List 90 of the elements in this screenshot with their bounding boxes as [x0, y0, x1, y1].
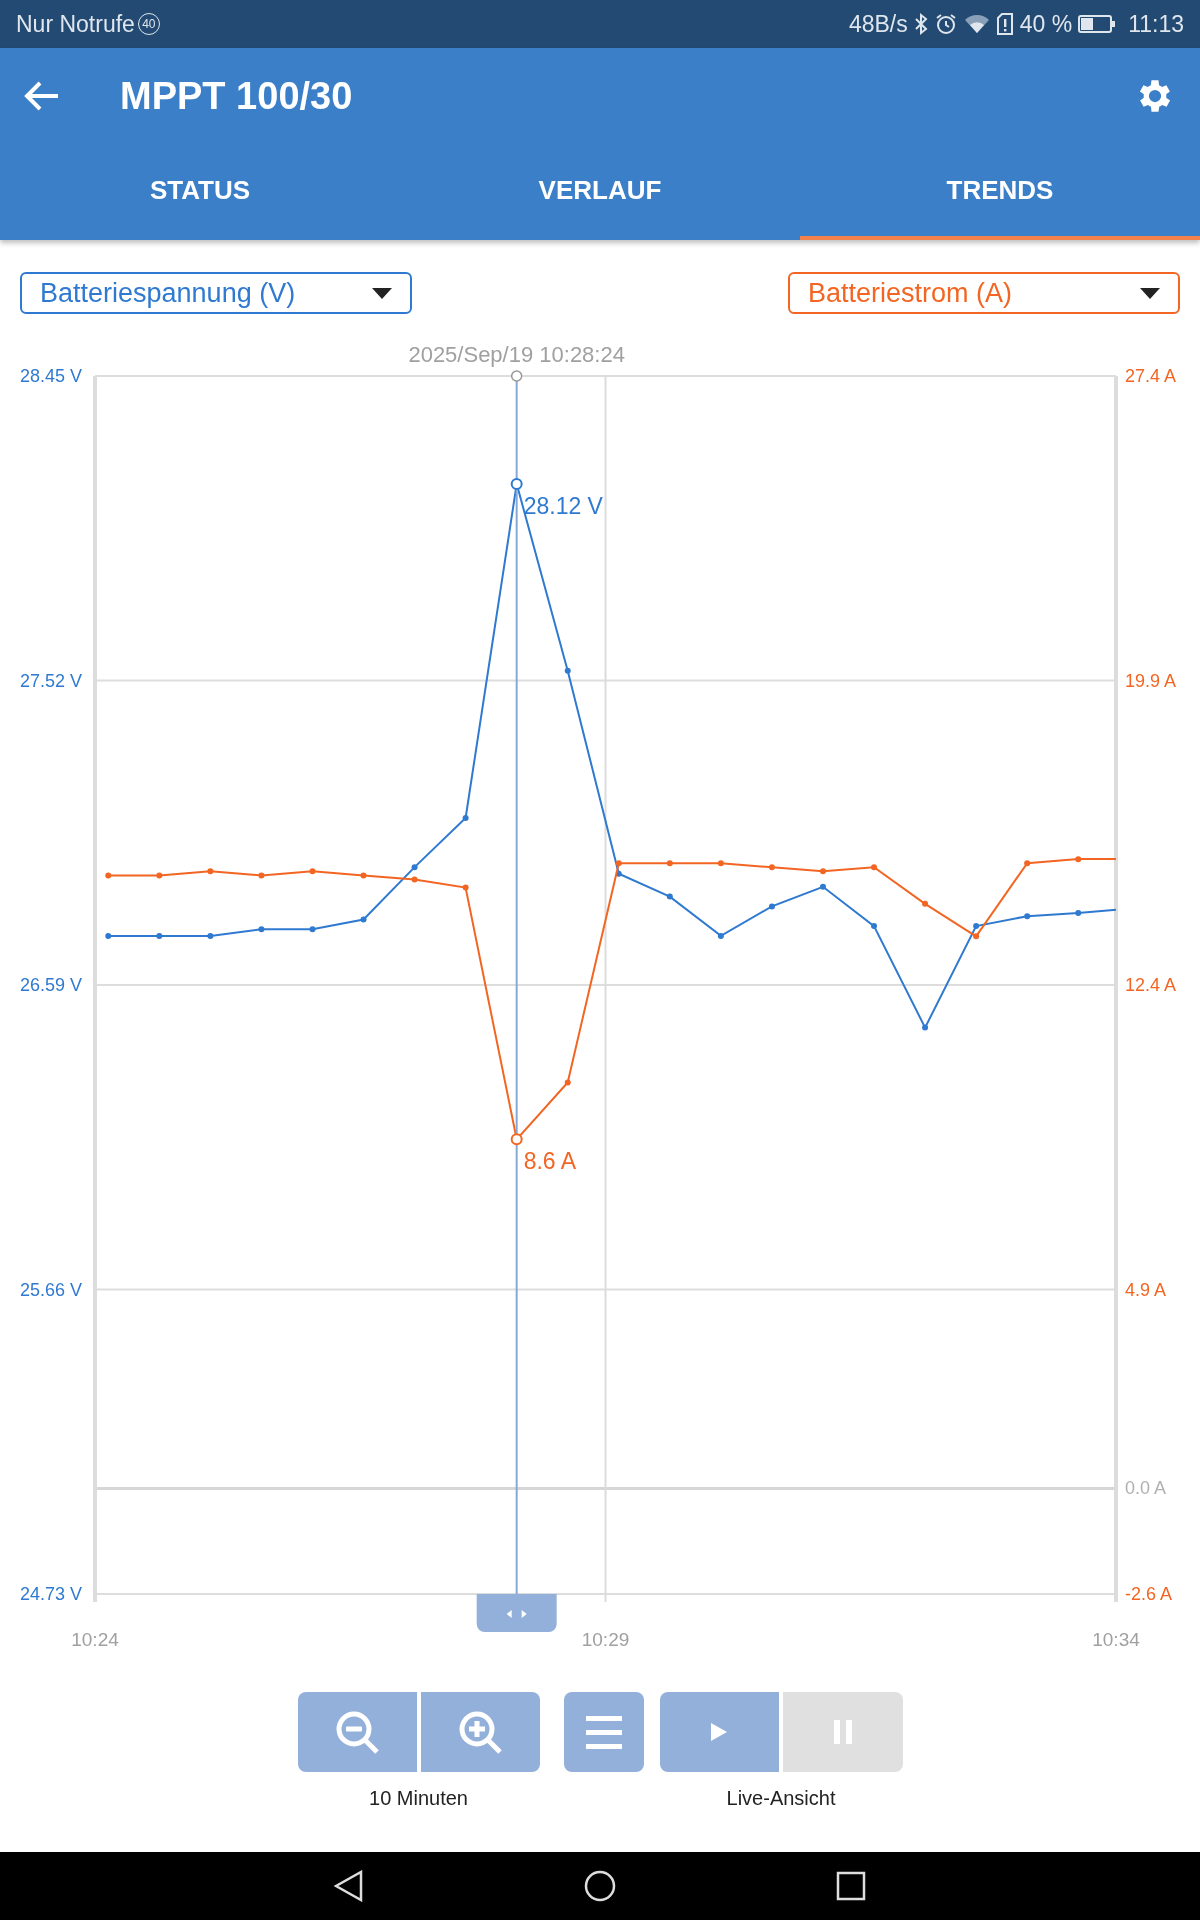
wifi-icon [963, 13, 990, 35]
axis-label: 4.9 A [1125, 1279, 1167, 1300]
data-point [717, 860, 724, 867]
axis-label: 28.45 V [19, 366, 82, 386]
axis-label: 0.0 A [1125, 1478, 1167, 1499]
data-point [973, 933, 980, 940]
data-point [462, 815, 469, 821]
zoom-out-button[interactable] [297, 1692, 417, 1772]
data-point [666, 893, 673, 900]
data-point [207, 868, 214, 875]
series-dropdown[interactable]: Batteriespannung (V) [20, 272, 412, 314]
data-point [1024, 860, 1031, 867]
menu-button[interactable] [563, 1692, 644, 1772]
axis-label: 26.59 V [19, 975, 82, 995]
axis-label: 10:29 [581, 1629, 630, 1650]
tab[interactable]: VERLAUF [400, 144, 800, 240]
axis-label: 24.73 V [19, 1584, 82, 1604]
battery-percent: 40 % [1019, 10, 1073, 38]
back-icon[interactable] [334, 1870, 364, 1902]
sim-alert-icon [995, 12, 1014, 36]
axis-label: -2.6 A [1125, 1584, 1173, 1604]
data-point [615, 860, 622, 867]
data-point [819, 883, 826, 890]
live-view-caption: Live-Ansicht [726, 1787, 836, 1810]
recents-icon[interactable] [836, 1871, 866, 1901]
data-point [207, 932, 214, 939]
home-icon[interactable] [584, 1870, 616, 1902]
data-point [564, 667, 571, 674]
data-point [105, 872, 112, 879]
zoom-out-icon [335, 1710, 379, 1754]
tab[interactable]: TRENDS [800, 144, 1200, 240]
data-point [156, 872, 163, 879]
axis-label: 25.66 V [19, 1279, 82, 1300]
data-point [360, 872, 367, 879]
axis-label: 27.52 V [19, 670, 82, 691]
data-point [666, 860, 673, 867]
menu-icon [585, 1715, 622, 1749]
data-point [411, 864, 418, 871]
carrier-label: Nur Notrufe [16, 10, 135, 38]
data-point [105, 932, 112, 939]
bluetooth-icon [913, 12, 928, 36]
tab[interactable]: STATUS [0, 144, 400, 240]
data-point [411, 876, 418, 883]
value-label: 28.12 V [523, 493, 603, 520]
cursor-handle[interactable] [476, 1594, 557, 1632]
data-point [462, 884, 469, 891]
dropdown-caret-icon [372, 287, 392, 299]
data-point [309, 868, 316, 875]
data-point [819, 868, 826, 875]
data-point [258, 926, 265, 933]
network-speed: 48B/s [848, 10, 908, 38]
data-point [156, 932, 163, 939]
axis-label: 12.4 A [1125, 975, 1177, 995]
data-point [360, 916, 367, 923]
series-dropdown[interactable]: Batteriestrom (A) [788, 272, 1180, 314]
data-point [717, 932, 724, 939]
data-point [1075, 909, 1082, 916]
screen-title: MPPT 100/30 [120, 74, 354, 118]
pause-icon [833, 1720, 852, 1744]
back-arrow-icon[interactable] [24, 80, 60, 112]
battery-icon [1078, 14, 1117, 34]
cursor-point [510, 478, 523, 491]
data-point [922, 1024, 929, 1031]
clock-time: 11:13 [1128, 10, 1184, 38]
data-point [1075, 856, 1082, 863]
axis-label: 19.9 A [1125, 670, 1177, 691]
data-point [615, 870, 622, 877]
play-icon [711, 1723, 727, 1741]
data-point [922, 900, 929, 907]
data-point [871, 864, 877, 871]
data-point [309, 926, 316, 933]
data-point [871, 923, 877, 930]
cursor-point [510, 370, 523, 382]
play-button[interactable] [659, 1692, 779, 1772]
cursor-point [510, 1133, 523, 1146]
zoom-in-icon [458, 1710, 502, 1754]
data-point [1024, 913, 1031, 920]
zoom-range-caption: 10 Minuten [369, 1787, 468, 1810]
value-label: 8.6 A [523, 1148, 577, 1175]
dropdown-caret-icon [1140, 287, 1160, 299]
data-point [768, 903, 775, 910]
zoom-in-button[interactable] [420, 1692, 540, 1772]
data-point [768, 864, 775, 871]
cursor-time-label: 2025/Sep/19 10:28:24 [408, 342, 625, 367]
data-point [973, 923, 980, 930]
axis-label: 10:24 [71, 1629, 119, 1650]
data-point [258, 872, 265, 879]
axis-label: 10:34 [1092, 1629, 1140, 1650]
axis-label: 27.4 A [1125, 366, 1177, 386]
data-point [564, 1079, 571, 1086]
